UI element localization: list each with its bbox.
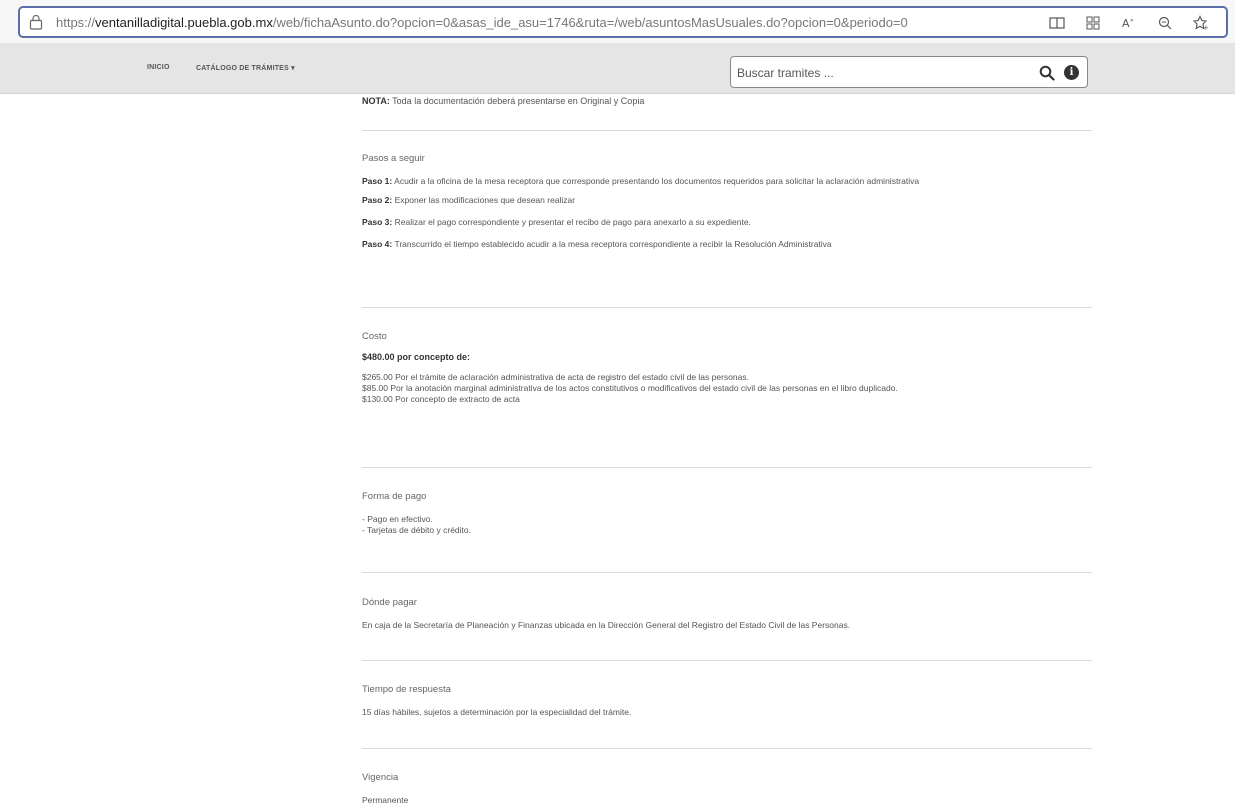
search-box: i (730, 56, 1088, 88)
info-icon[interactable]: i (1064, 65, 1079, 80)
browser-toolbar: https://ventanilladigital.puebla.gob.mx/… (0, 0, 1235, 44)
section-pasos: Pasos a seguir Paso 1: Acudir a la ofici… (362, 131, 1092, 307)
nav-catalogo-dropdown[interactable]: CATÁLOGO DE TRÁMITES ▾ (196, 64, 295, 72)
note-label: NOTA: (362, 96, 390, 106)
read-aloud-icon[interactable]: A» (1118, 13, 1140, 33)
section-vigencia: Vigencia Permanente (362, 749, 1092, 806)
section-title-tiempo: Tiempo de respuesta (362, 684, 451, 695)
browser-actions: A» + (1046, 13, 1212, 33)
response-time: 15 días hábiles, sujetos a determinación… (362, 707, 632, 717)
section-title-pasos: Pasos a seguir (362, 153, 425, 164)
search-icon[interactable] (1039, 65, 1055, 81)
url-path: /web/fichaAsunto.do?opcion=0&asas_ide_as… (272, 15, 908, 30)
url-text[interactable]: https://ventanilladigital.puebla.gob.mx/… (56, 15, 1004, 30)
svg-text:+: + (1203, 24, 1209, 31)
section-tiempo: Tiempo de respuesta 15 días hábiles, suj… (362, 661, 1092, 748)
note-text: Toda la documentación deberá presentarse… (392, 96, 645, 106)
step-1-text: Acudir a la oficina de la mesa receptora… (394, 176, 920, 186)
favorites-icon[interactable]: + (1190, 13, 1212, 33)
section-donde-pagar: Dónde pagar En caja de la Secretaría de … (362, 573, 1092, 660)
payment-location: En caja de la Secretaría de Planeación y… (362, 620, 851, 630)
payment-method: - Tarjetas de débito y crédito. (362, 525, 471, 535)
site-navbar: INICIO CATÁLOGO DE TRÁMITES ▾ i (0, 44, 1235, 94)
reader-view-icon[interactable] (1046, 13, 1068, 33)
note-line: NOTA: Toda la documentación deberá prese… (362, 96, 1092, 130)
step-4-label: Paso 4: (362, 239, 393, 249)
cost-line: $130.00 Por concepto de extracto de acta (362, 394, 520, 404)
payment-method: - Pago en efectivo. (362, 514, 433, 524)
cost-line: $265.00 Por el trámite de aclaración adm… (362, 372, 749, 382)
step-2-label: Paso 2: (362, 195, 393, 205)
url-prefix: https:// (56, 15, 96, 30)
tramite-details: NOTA: Toda la documentación deberá prese… (362, 94, 1092, 806)
step-4-text: Transcurrido el tiempo establecido acudi… (394, 239, 832, 249)
section-title-donde-pagar: Dónde pagar (362, 597, 417, 608)
step-3: Paso 3: Realizar el pago correspondiente… (362, 217, 1092, 228)
step-3-label: Paso 3: (362, 217, 393, 227)
section-costo: Costo $480.00 por concepto de: $265.00 P… (362, 308, 1092, 467)
url-host: ventanilladigital.puebla.gob.mx (95, 15, 273, 30)
cost-heading: $480.00 por concepto de: (362, 352, 471, 362)
step-2: Paso 2: Exponer las modificaciones que d… (362, 195, 1092, 206)
section-title-costo: Costo (362, 331, 387, 342)
lock-icon[interactable] (29, 14, 43, 30)
section-forma-pago: Forma de pago - Pago en efectivo. - Tarj… (362, 468, 1092, 572)
step-4: Paso 4: Transcurrido el tiempo estableci… (362, 239, 1092, 250)
cost-line: $85.00 Por la anotación marginal adminis… (362, 383, 898, 393)
step-3-text: Realizar el pago correspondiente y prese… (394, 217, 751, 227)
svg-text:A: A (1122, 17, 1130, 30)
validity: Permanente (362, 795, 409, 805)
step-1-label: Paso 1: (362, 176, 393, 186)
zoom-icon[interactable] (1154, 13, 1176, 33)
apps-icon[interactable] (1082, 13, 1104, 33)
step-2-text: Exponer las modificaciones que desean re… (394, 195, 576, 205)
nav-inicio-link[interactable]: INICIO (147, 64, 170, 71)
search-input[interactable] (737, 63, 1027, 83)
svg-text:»: » (1130, 17, 1134, 24)
section-title-forma-pago: Forma de pago (362, 491, 427, 502)
address-bar[interactable]: https://ventanilladigital.puebla.gob.mx/… (18, 6, 1228, 38)
step-1: Paso 1: Acudir a la oficina de la mesa r… (362, 176, 1092, 187)
section-title-vigencia: Vigencia (362, 772, 399, 783)
